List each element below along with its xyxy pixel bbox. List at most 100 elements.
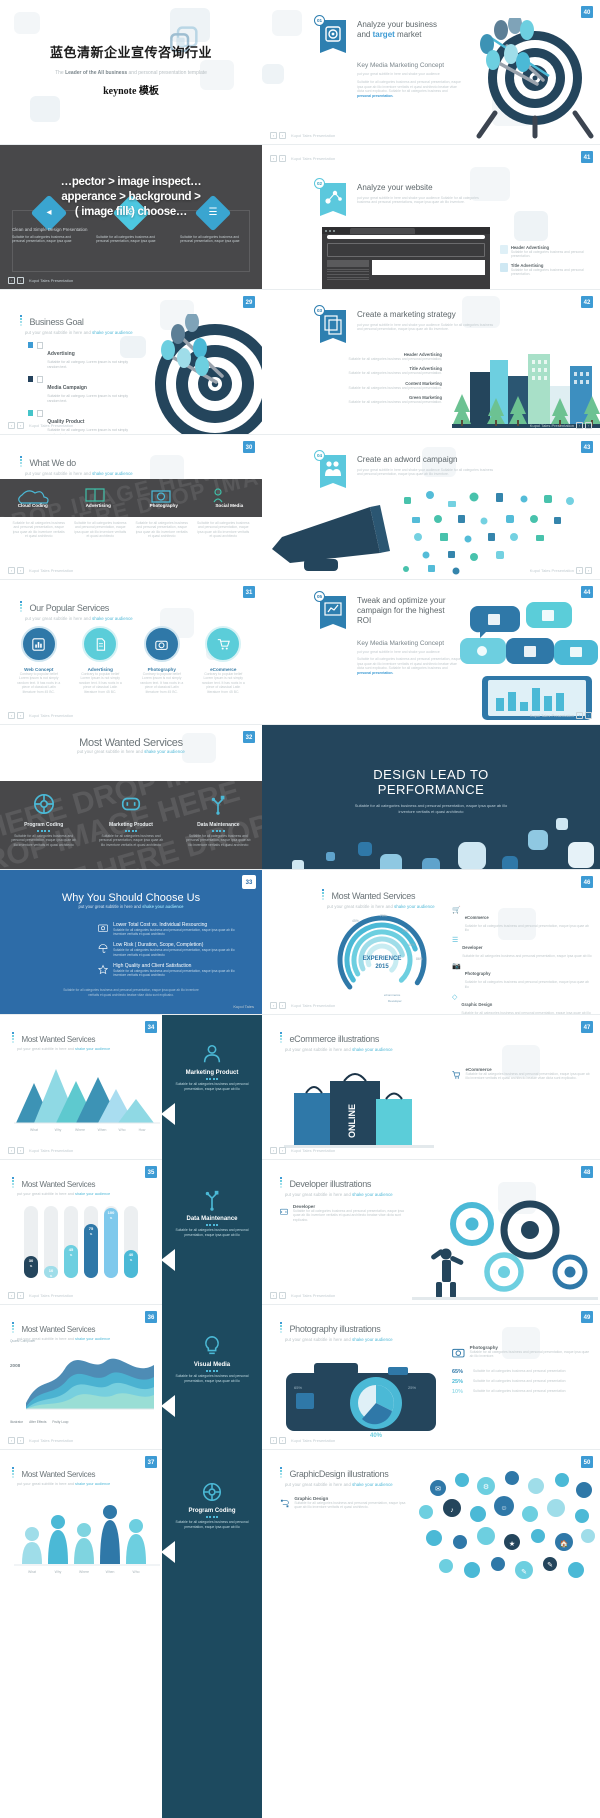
prev-button[interactable]: ‹ bbox=[270, 1292, 277, 1299]
next-button[interactable]: › bbox=[279, 1147, 286, 1154]
slide-business-goal[interactable]: 29 Business Goal put your great subtitle… bbox=[0, 290, 262, 435]
svg-text:65%: 65% bbox=[294, 1385, 302, 1390]
next-button[interactable]: › bbox=[585, 567, 592, 574]
prev-button[interactable]: ‹ bbox=[8, 1147, 15, 1154]
prev-button[interactable]: ‹ bbox=[8, 567, 15, 574]
slide-popular-services[interactable]: 31 Our Popular Services put your great s… bbox=[0, 580, 262, 725]
footer-brand: Kupol Tales Presentation bbox=[529, 713, 574, 718]
prev-button[interactable]: ‹ bbox=[270, 1147, 277, 1154]
slide-footer[interactable]: ‹ › Kupol Tales Presentation bbox=[8, 1292, 73, 1299]
prev-button[interactable]: ‹ bbox=[8, 712, 15, 719]
next-button[interactable]: › bbox=[17, 277, 24, 284]
slide-most-wanted-peaks[interactable]: Most Wanted Services put your great subt… bbox=[0, 1015, 162, 1160]
slide-cover[interactable]: 蓝色清新企业宣传咨询行业 The Leader of the All busin… bbox=[0, 0, 262, 145]
callout-desc-2: Suitable for all categories business and… bbox=[510, 267, 584, 277]
slide-why-choose-us[interactable]: 33 Why You Should Choose Us put your gre… bbox=[0, 870, 262, 1015]
rounded-bars-chart: 30% 10% 45% 75% 100% 40% bbox=[24, 1206, 138, 1278]
next-button[interactable]: › bbox=[17, 1147, 24, 1154]
dots-indicator bbox=[0, 830, 87, 832]
slide-header-nav[interactable]: ‹ › Kupol Tales Presentation bbox=[270, 155, 335, 162]
prev-button[interactable]: ‹ bbox=[576, 712, 583, 719]
next-button[interactable]: › bbox=[17, 567, 24, 574]
slide-footer[interactable]: ‹ › Kupol Tales Presentation bbox=[270, 132, 335, 139]
next-button[interactable]: › bbox=[279, 132, 286, 139]
goal-title-1: Advertising bbox=[47, 351, 75, 357]
svg-text:✎: ✎ bbox=[547, 1562, 553, 1569]
slide-footer[interactable]: Kupol Tales Presentation ‹ › bbox=[527, 422, 592, 429]
svg-text:☺: ☺ bbox=[500, 1505, 507, 1512]
slide-footer[interactable]: ‹ › Kupol Tales Presentation bbox=[8, 422, 73, 429]
slide-footer[interactable]: ‹ › Kupol Tales Presentation bbox=[8, 712, 73, 719]
slide-footer[interactable]: ‹ › Kupol Tales Presentation bbox=[8, 1147, 73, 1154]
next-button[interactable]: › bbox=[585, 712, 592, 719]
prev-button[interactable]: ‹ bbox=[8, 422, 15, 429]
slide-image-fill-note[interactable]: ◂ ⚙ ☰ Clean and Simple Design Presentati… bbox=[0, 145, 262, 290]
slide-ecommerce-illustrations[interactable]: 47 eCommerce illustrations put your grea… bbox=[262, 1015, 600, 1160]
prev-button[interactable]: ‹ bbox=[8, 1437, 15, 1444]
prev-button[interactable]: ‹ bbox=[270, 1002, 277, 1009]
slide-what-we-do[interactable]: 30 What We do put your great subtitle in… bbox=[0, 435, 262, 580]
slide-footer[interactable]: ‹ › Kupol Tales Presentation bbox=[270, 1002, 335, 1009]
slide-footer[interactable]: ‹ › Kupol Tales Presentation bbox=[270, 1147, 335, 1154]
slide-marketing-strategy[interactable]: 42 03 Create a marketing strategy put yo… bbox=[262, 290, 600, 435]
slide-tweak-optimize[interactable]: 44 05 Tweak and optimize your campaign f… bbox=[262, 580, 600, 725]
title-bullets bbox=[322, 888, 324, 901]
next-button[interactable]: › bbox=[279, 155, 286, 162]
slide-developer-illustrations[interactable]: 48 Developer illustrations put your grea… bbox=[262, 1160, 600, 1305]
slide-footer[interactable]: Kupol Tales Presentation ‹ › bbox=[527, 567, 592, 574]
panel-card-visual[interactable]: Visual Media Suitable for all categories… bbox=[162, 1335, 262, 1383]
step-number: 02 bbox=[314, 178, 325, 189]
svg-text:What: What bbox=[30, 1128, 38, 1132]
slide-analyze-website[interactable]: 41 ‹ › Kupol Tales Presentation 02 Analy… bbox=[262, 145, 600, 290]
next-button[interactable]: › bbox=[17, 422, 24, 429]
slide-footer[interactable]: ‹ › Kupol Tales Presentation bbox=[8, 567, 73, 574]
slide-footer[interactable]: Kupol Tales Presentation ‹ › bbox=[527, 712, 592, 719]
next-button[interactable]: › bbox=[17, 1292, 24, 1299]
panel-card-program[interactable]: Program Coding Suitable for all categori… bbox=[162, 1481, 262, 1529]
next-button[interactable]: › bbox=[17, 712, 24, 719]
slide-adword-campaign[interactable]: 43 04 Create an adword campaign put your… bbox=[262, 435, 600, 580]
service-card[interactable]: Advertising Contrary to popular belief L… bbox=[70, 626, 132, 694]
money-icon bbox=[98, 924, 108, 932]
service-card[interactable]: Photography Contrary to popular belief L… bbox=[131, 626, 193, 694]
drop-card[interactable]: Program Coding Suitable for all categori… bbox=[0, 793, 87, 847]
panel-card-marketing[interactable]: Marketing Product Suitable for all categ… bbox=[162, 1043, 262, 1091]
next-button[interactable]: › bbox=[279, 1002, 286, 1009]
dartboard-illustration bbox=[476, 18, 594, 139]
slide-most-wanted-bars[interactable]: Most Wanted Services put your great subt… bbox=[0, 1160, 162, 1305]
slide-footer[interactable]: Kupol Tales bbox=[230, 1004, 254, 1009]
next-button[interactable]: › bbox=[17, 1437, 24, 1444]
slide-most-wanted-people[interactable]: Most Wanted Services put your great subt… bbox=[0, 1450, 162, 1595]
next-button[interactable]: › bbox=[585, 422, 592, 429]
prev-button[interactable]: ‹ bbox=[270, 155, 277, 162]
slide-graphicdesign-illustrations[interactable]: 50 GraphicDesign illustrations put your … bbox=[262, 1450, 600, 1595]
slide-photography-illustrations[interactable]: 49 Photography illustrations put your gr… bbox=[262, 1305, 600, 1450]
next-button[interactable]: › bbox=[279, 1437, 286, 1444]
service-card[interactable]: Web Concept Contrary to popular belief L… bbox=[8, 626, 70, 694]
service-card[interactable]: eCommerce Contrary to popular belief Lor… bbox=[193, 626, 255, 694]
slide-subtitle: put your great subtitle in here and shak… bbox=[285, 1047, 393, 1052]
slide-most-wanted-drop[interactable]: 32 Most Wanted Services put your great s… bbox=[0, 725, 262, 870]
prev-button[interactable]: ‹ bbox=[576, 422, 583, 429]
slide-most-wanted-area[interactable]: Most Wanted Services put your great subt… bbox=[0, 1305, 162, 1450]
drop-card[interactable]: Marketing Product Suitable for all categ… bbox=[87, 793, 174, 847]
prev-button[interactable]: ‹ bbox=[8, 277, 15, 284]
slide-footer[interactable]: ‹ › Kupol Tales Presentation bbox=[8, 277, 73, 284]
prev-button[interactable]: ‹ bbox=[270, 132, 277, 139]
prev-button[interactable]: ‹ bbox=[270, 1437, 277, 1444]
network-icon bbox=[325, 190, 342, 204]
prev-button[interactable]: ‹ bbox=[8, 1292, 15, 1299]
drop-card[interactable]: Data Maintenance Suitable for all catego… bbox=[175, 793, 262, 847]
next-button[interactable]: › bbox=[279, 1292, 286, 1299]
exp-title-2: Developer bbox=[462, 945, 483, 951]
slide-analyze-business[interactable]: 40 01 Analyze your business and target m… bbox=[262, 0, 600, 145]
slide-most-wanted-experience[interactable]: 46 Most Wanted Services put your great s… bbox=[262, 870, 600, 1015]
panel-card-data[interactable]: Data Maintenance Suitable for all catego… bbox=[162, 1189, 262, 1237]
slide-footer[interactable]: ‹ › Kupol Tales Presentation bbox=[8, 1437, 73, 1444]
slide-footer[interactable]: ‹ › Kupol Tales Presentation bbox=[270, 1437, 335, 1444]
svg-text:Why: Why bbox=[55, 1128, 62, 1132]
prev-button[interactable]: ‹ bbox=[576, 567, 583, 574]
slide-number-badge: 36 bbox=[144, 1310, 158, 1324]
slide-footer[interactable]: ‹ › Kupol Tales Presentation bbox=[270, 1292, 335, 1299]
slide-design-lead[interactable]: DESIGN LEAD TO PERFORMANCE Suitable for … bbox=[262, 725, 600, 870]
